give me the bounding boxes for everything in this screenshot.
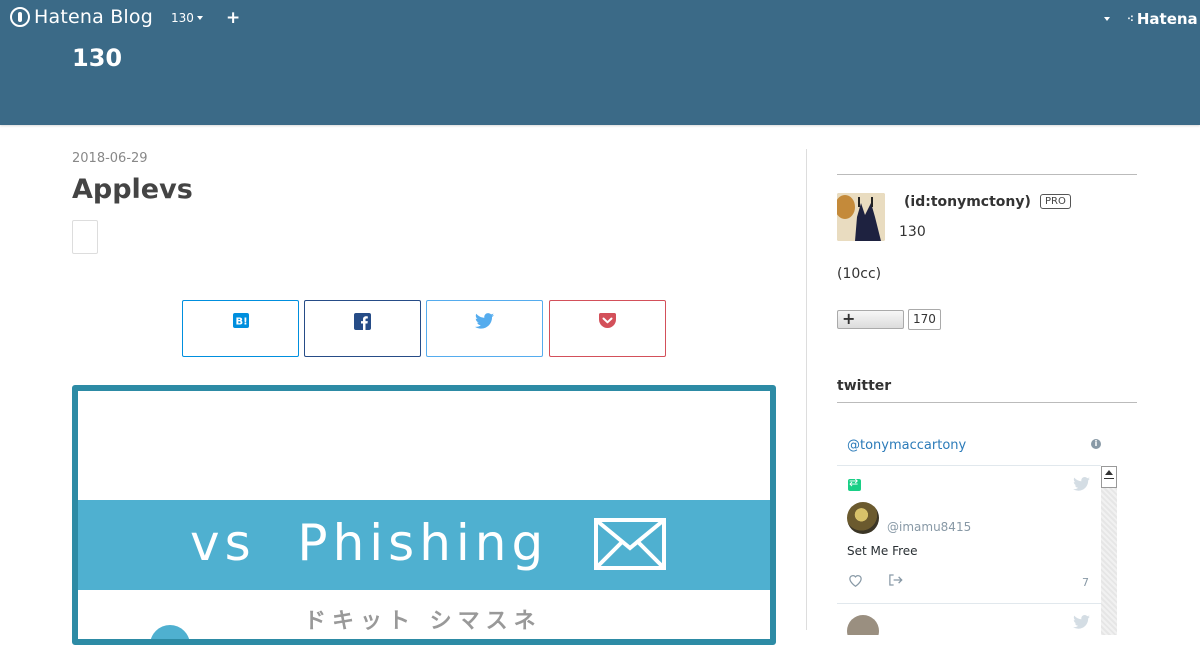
pocket-share-button[interactable] [549,300,666,357]
eyecatch-subtext: ドキット シマスネ [304,609,542,634]
hatena-dots-icon: ⁖ [1127,13,1134,25]
hatena-blog-logo[interactable]: Hatena Blog [10,6,153,28]
profile-avatar-image [837,193,885,241]
tweet-author-avatar[interactable] [847,502,879,534]
chevron-down-icon [196,16,203,20]
profile-avatar[interactable] [837,193,885,241]
eyecatch-headline: vs Phishing [190,514,549,572]
scroll-up-arrow-icon[interactable] [1101,466,1117,488]
hatena-blog-logo-text: Hatena Blog [34,6,153,28]
retweet-icon [848,476,861,491]
next-tweet-avatar[interactable] [847,615,879,635]
subscribe-button[interactable]: + [837,309,904,329]
plus-icon: + [842,309,856,328]
twitter-bird-icon-2[interactable] [1073,615,1090,629]
sidebar-top-rule [837,174,1137,175]
heart-icon[interactable] [848,573,863,587]
hatena-blog-logo-icon [10,7,30,27]
facebook-icon [354,313,371,330]
mail-icon [594,518,666,570]
twitter-handle-link[interactable]: @tonymaccartony [847,438,966,453]
subscriber-count: 170 [908,309,941,330]
tweet-text: Set Me Free [847,544,918,558]
blog-title[interactable]: 130 [72,44,122,72]
facebook-share-button[interactable] [304,300,421,357]
hatena-bookmark-share-button[interactable]: B! [182,300,299,357]
twitter-module-rule [837,402,1137,403]
tweet-like-count: 7 [1082,576,1089,589]
pro-badge: PRO [1040,194,1071,209]
blog-selector[interactable]: 130 [171,11,203,25]
tweet-divider [837,603,1101,604]
eyecatch-circle-graphic [150,625,190,639]
hatena-logo[interactable]: ⁖ Hatena [1127,10,1198,28]
twitter-bird-icon[interactable] [1073,477,1090,491]
twitter-share-button[interactable] [426,300,543,357]
share-icon[interactable] [888,573,903,587]
hatena-logo-text: Hatena [1136,10,1198,28]
category-tag-box[interactable] [72,220,98,254]
tweet-author-handle[interactable]: @imamu8415 [887,520,971,534]
entry-title[interactable]: Applevs [72,174,193,205]
info-icon[interactable]: i [1091,439,1101,449]
timeline-scrollbar[interactable] [1101,466,1117,635]
entry-eyecatch-image: vs Phishing ドキット シマスネ [72,385,776,645]
timeline-divider [837,465,1101,466]
eyecatch-band: vs Phishing [78,500,770,590]
pocket-icon [599,313,616,328]
user-menu-chevron-icon[interactable] [1104,17,1110,21]
new-entry-button[interactable]: + [226,8,240,28]
twitter-module-title: twitter [837,378,892,394]
twitter-bird-icon [475,313,494,329]
profile-blog-name: 130 [899,224,926,240]
global-header: Hatena Blog 130 + ⁖ Hatena [0,0,1200,38]
profile-id-link[interactable]: (id:tonymctony) [904,194,1031,210]
twitter-timeline-widget: @tonymaccartony i @imamu8415 Set Me Free… [837,425,1117,635]
profile-description: (10cc) [837,266,882,282]
entry-date[interactable]: 2018-06-29 [72,151,148,166]
svg-text:B!: B! [235,317,247,328]
hatena-bookmark-icon: B! [232,313,249,328]
column-divider [806,149,807,630]
blog-selector-label: 130 [171,11,194,25]
